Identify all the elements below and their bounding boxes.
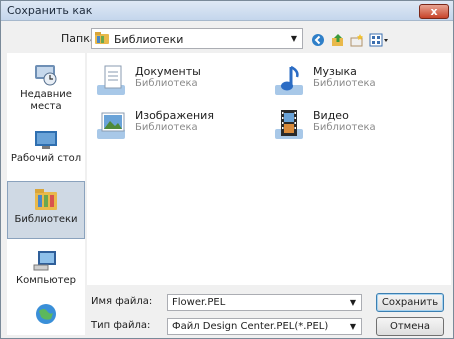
place-computer[interactable]: Компьютер: [7, 249, 85, 289]
save-as-dialog: Сохранить как x Папка: Библиотеки ▼ Неда…: [0, 0, 454, 339]
documents-library-icon: [97, 65, 125, 95]
chevron-down-icon: ▼: [290, 34, 297, 43]
library-folder-icon: [95, 32, 109, 44]
library-music-type: Библиотека: [313, 78, 376, 89]
file-list: Документы Библиотека Музыка Библиотека И…: [87, 53, 451, 285]
filename-value: Flower.PEL: [172, 297, 226, 308]
save-form: Имя файла: Flower.PEL ▼ Сохранить Тип фа…: [87, 289, 453, 339]
library-music-name: Музыка: [313, 65, 357, 78]
filename-label: Имя файла:: [91, 296, 153, 307]
filetype-value: Файл Design Center.PEL(*.PEL): [172, 321, 329, 332]
library-documents-type: Библиотека: [135, 78, 198, 89]
toolbar: Папка: Библиотеки ▼: [1, 22, 453, 56]
place-libraries[interactable]: Библиотеки: [7, 181, 85, 239]
up-folder-icon[interactable]: [331, 33, 345, 47]
place-network[interactable]: [7, 301, 85, 329]
library-videos[interactable]: Видео Библиотека: [271, 107, 441, 147]
videos-library-icon: [275, 110, 303, 139]
cancel-button[interactable]: Отмена: [376, 317, 444, 336]
library-videos-type: Библиотека: [313, 122, 376, 133]
place-computer-label: Компьютер: [16, 275, 76, 286]
pictures-library-icon: [97, 112, 125, 139]
filetype-label: Тип файла:: [91, 320, 151, 331]
save-button[interactable]: Сохранить: [376, 293, 444, 312]
music-library-icon: [275, 65, 303, 95]
library-documents-name: Документы: [135, 65, 201, 78]
network-globe-icon: [36, 304, 56, 324]
place-desktop[interactable]: Рабочий стол: [7, 129, 85, 169]
new-folder-icon[interactable]: [350, 33, 364, 47]
places-bar: Недавние места Рабочий стол Библиотеки К…: [7, 53, 85, 335]
place-recent[interactable]: Недавние места: [7, 59, 85, 117]
title-bar: Сохранить как x: [1, 1, 453, 21]
library-pictures[interactable]: Изображения Библиотека: [93, 107, 263, 147]
library-music[interactable]: Музыка Библиотека: [271, 63, 441, 103]
library-documents[interactable]: Документы Библиотека: [93, 63, 263, 103]
folder-select[interactable]: Библиотеки ▼: [91, 28, 303, 49]
recent-places-icon: [35, 65, 57, 86]
place-desktop-label: Рабочий стол: [10, 153, 82, 164]
filetype-select[interactable]: Файл Design Center.PEL(*.PEL) ▼: [167, 318, 362, 335]
chevron-down-icon[interactable]: ▼: [350, 298, 356, 307]
window-title: Сохранить как: [7, 4, 93, 17]
chevron-down-icon: ▼: [349, 322, 356, 331]
libraries-icon: [35, 189, 57, 210]
view-menu-icon[interactable]: [369, 33, 389, 47]
library-pictures-type: Библиотека: [135, 122, 198, 133]
close-button[interactable]: x: [419, 4, 449, 19]
place-libraries-label: Библиотеки: [14, 214, 78, 225]
library-videos-name: Видео: [313, 109, 349, 122]
folder-select-value: Библиотеки: [114, 33, 184, 46]
computer-icon: [33, 251, 56, 271]
back-icon[interactable]: [311, 33, 325, 47]
filename-input[interactable]: Flower.PEL ▼: [167, 294, 362, 311]
desktop-icon: [35, 131, 57, 149]
library-pictures-name: Изображения: [135, 109, 214, 122]
place-recent-label: Недавние места: [20, 89, 72, 112]
